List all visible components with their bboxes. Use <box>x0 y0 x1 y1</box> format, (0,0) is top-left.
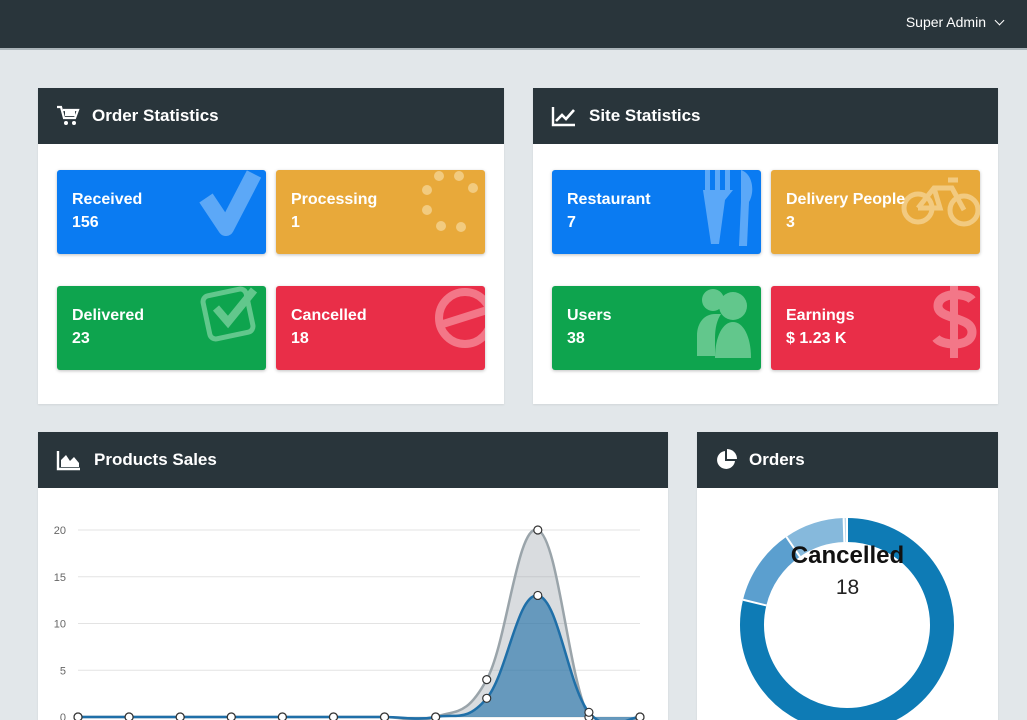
y-tick-label: 5 <box>60 665 66 677</box>
card-label: Delivery People <box>786 191 906 208</box>
card-value: 7 <box>567 214 576 231</box>
site-statistics-header: Site Statistics <box>533 88 998 144</box>
card-label: Received <box>72 191 143 208</box>
orders-donut-svg <box>740 518 954 720</box>
card-label: Processing <box>291 191 378 208</box>
card-value: 23 <box>72 330 90 347</box>
card-value: $ 1.23 K <box>786 330 847 347</box>
data-point[interactable] <box>379 712 390 720</box>
card-label: Users <box>567 307 612 324</box>
delivered-card[interactable]: Delivered 23 <box>57 286 266 370</box>
data-point[interactable] <box>277 712 287 720</box>
bicycle-icon <box>901 177 980 227</box>
line-chart-icon <box>551 105 577 127</box>
card-value: 38 <box>567 330 585 347</box>
ban-icon <box>435 288 485 348</box>
data-point[interactable] <box>635 712 645 720</box>
donut-center-value: 18 <box>835 576 860 599</box>
card-label: Restaurant <box>567 191 651 208</box>
panel-title: Orders <box>749 450 805 469</box>
y-tick-label: 20 <box>54 525 66 537</box>
area-chart-icon <box>56 449 82 471</box>
top-navbar: Super Admin <box>0 0 1027 50</box>
spinner-icon <box>422 171 478 232</box>
data-point[interactable] <box>124 712 134 720</box>
y-tick-label: 0 <box>60 712 66 720</box>
products-sales-header: Products Sales <box>38 432 668 488</box>
data-point[interactable] <box>73 712 83 720</box>
data-point[interactable] <box>175 712 185 720</box>
slice-separator <box>842 518 846 543</box>
card-value: 18 <box>291 330 309 347</box>
data-point[interactable] <box>533 590 543 601</box>
data-point[interactable] <box>584 707 594 717</box>
users-card[interactable]: Users 38 <box>552 286 761 370</box>
cancelled-card[interactable]: Cancelled 18 <box>276 286 485 370</box>
card-label: Delivered <box>72 307 145 324</box>
data-point[interactable] <box>431 712 441 720</box>
card-label: Earnings <box>786 307 855 324</box>
dollar-icon <box>932 286 977 358</box>
card-label: Cancelled <box>291 307 367 324</box>
order-statistics-header: Order Statistics <box>38 88 504 144</box>
chevron-down-icon <box>994 15 1005 25</box>
delivery-people-card[interactable]: Delivery People 3 <box>771 170 980 254</box>
processing-card[interactable]: Processing 1 <box>276 170 485 254</box>
products-sales-svg: 0 5 10 15 20 <box>54 525 645 720</box>
cart-icon <box>56 105 80 127</box>
orders-panel: Orders Cancelled 18 <box>697 432 998 720</box>
card-value: 3 <box>786 214 795 231</box>
data-point[interactable] <box>482 693 492 703</box>
check-icon <box>199 170 262 236</box>
data-point[interactable] <box>482 675 492 685</box>
earnings-card[interactable]: Earnings $ 1.23 K <box>771 286 980 370</box>
y-tick-label: 10 <box>54 619 66 631</box>
received-card[interactable]: Received 156 <box>57 170 266 254</box>
products-sales-chart: 0 5 10 15 20 <box>38 488 668 720</box>
restaurant-card[interactable]: Restaurant 7 <box>552 170 761 254</box>
data-point[interactable] <box>328 712 339 720</box>
panel-title: Order Statistics <box>92 106 219 125</box>
panel-title: Site Statistics <box>589 106 701 125</box>
panel-title: Products Sales <box>94 450 217 469</box>
site-statistics-panel: Site Statistics Restaurant 7 Delivery Pe… <box>533 88 998 404</box>
pie-chart-icon <box>715 449 737 471</box>
data-point[interactable] <box>533 525 543 535</box>
check-square-icon <box>200 286 258 342</box>
cutlery-icon <box>703 170 753 246</box>
products-sales-panel: Products Sales 0 5 10 15 20 <box>38 432 668 720</box>
data-point[interactable] <box>226 712 236 720</box>
users-icon <box>697 289 751 358</box>
card-value: 156 <box>72 214 99 231</box>
card-value: 1 <box>291 214 300 231</box>
y-tick-label: 15 <box>54 572 66 584</box>
user-menu-label: Super Admin <box>905 14 986 30</box>
donut-center-label: Cancelled <box>790 542 905 569</box>
order-statistics-panel: Order Statistics Received 156 Processing… <box>38 88 504 404</box>
orders-header: Orders <box>697 432 998 488</box>
user-menu[interactable]: Super Admin <box>905 14 1005 30</box>
